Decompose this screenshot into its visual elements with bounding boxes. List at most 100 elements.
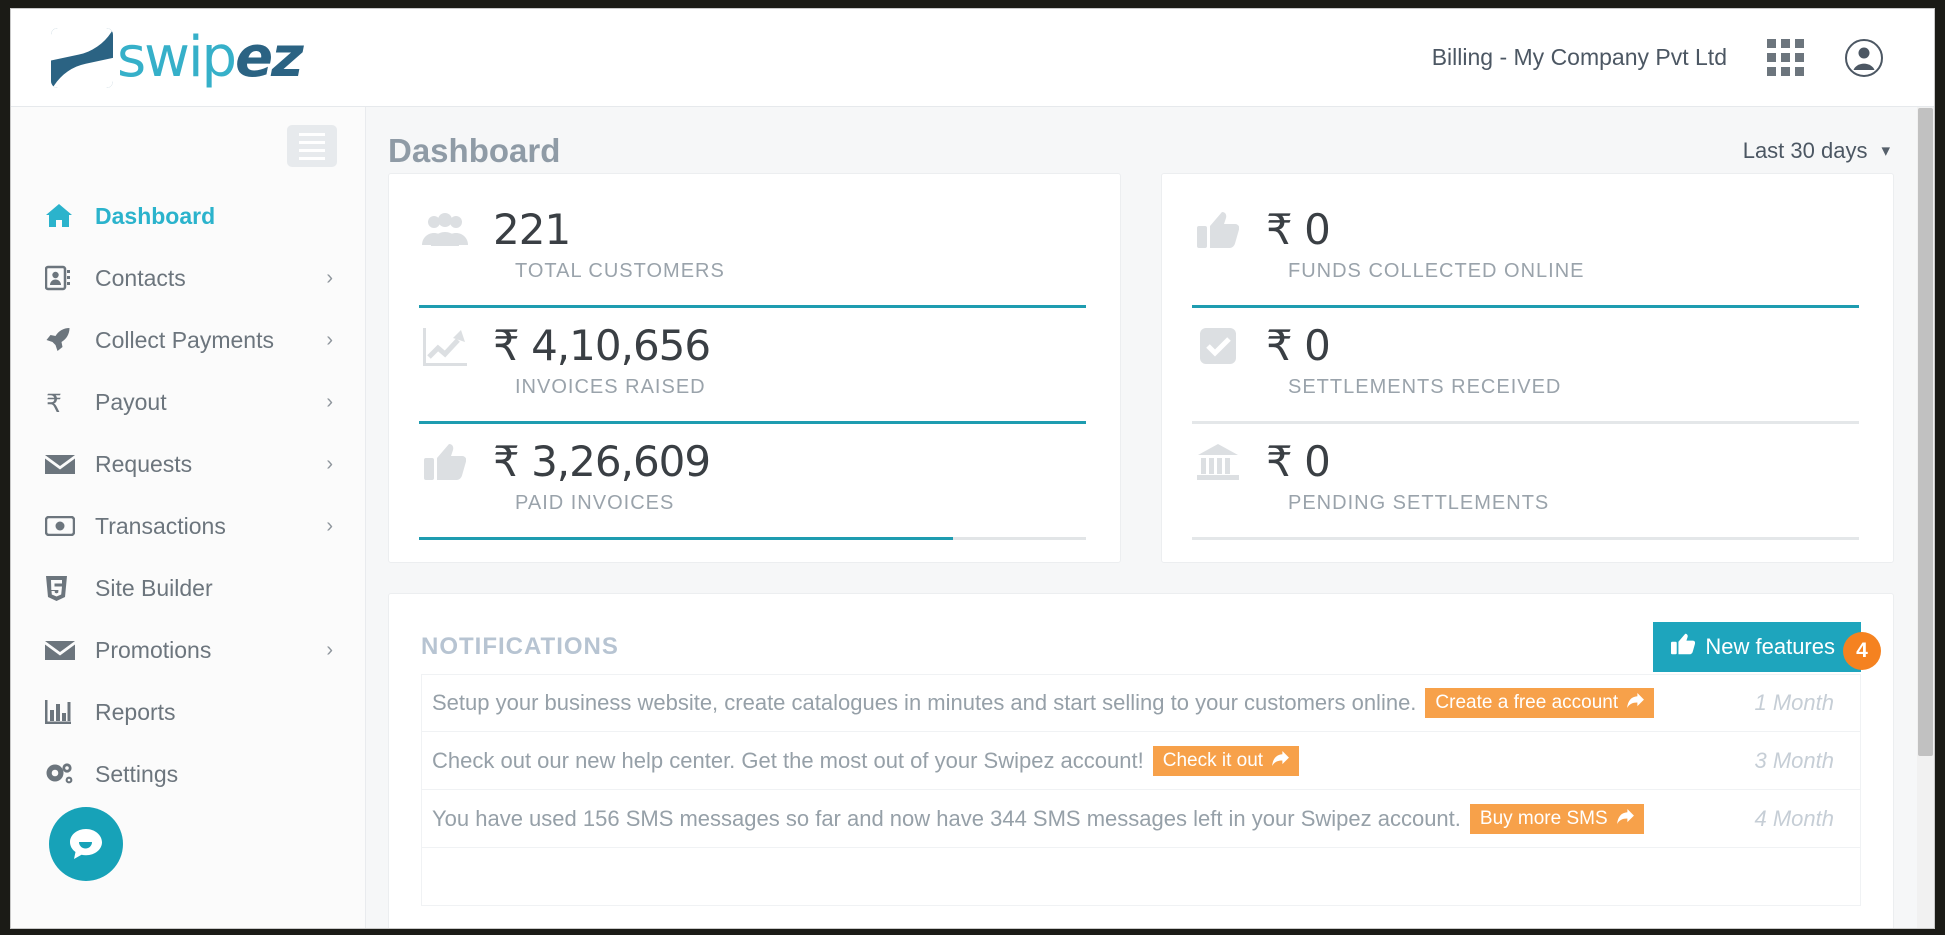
- apps-grid-icon[interactable]: [1767, 39, 1804, 76]
- notification-time: 3 Month: [1754, 747, 1835, 773]
- stat-paid-invoices: ₹ 3,26,609 PAID INVOICES: [419, 424, 1086, 541]
- sidebar-item-label: Contacts: [95, 264, 186, 291]
- stat-value: 221: [493, 205, 571, 254]
- sidebar-item-transactions[interactable]: Transactions ›: [11, 495, 365, 557]
- company-name-label: Billing - My Company Pvt Ltd: [1431, 44, 1727, 70]
- sidebar-item-reports[interactable]: Reports: [11, 681, 365, 743]
- app-window: swipez Billing - My Company Pvt Ltd Dash…: [10, 8, 1935, 929]
- sidebar-item-label: Reports: [95, 698, 176, 725]
- home-icon: [45, 203, 81, 229]
- notification-text: You have used 156 SMS messages so far an…: [432, 805, 1461, 831]
- notification-cta-label: Check it out: [1162, 749, 1264, 771]
- logo-text-main: swip: [117, 24, 237, 90]
- thumbs-up-icon: [1192, 211, 1244, 249]
- notification-row[interactable]: You have used 156 SMS messages so far an…: [421, 790, 1861, 849]
- swipez-logo[interactable]: swipez: [51, 24, 304, 90]
- stat-total-customers: 221 TOTAL CUSTOMERS: [419, 192, 1086, 309]
- sidebar-item-payout[interactable]: ₹ Payout ›: [11, 371, 365, 433]
- notification-cta-button[interactable]: Check it out: [1152, 745, 1300, 776]
- sidebar-item-promotions[interactable]: Promotions ›: [11, 619, 365, 681]
- date-range-filter[interactable]: Last 30 days ▾: [1743, 138, 1890, 164]
- top-header-bar: swipez Billing - My Company Pvt Ltd: [11, 9, 1934, 107]
- notification-cta-button[interactable]: Create a free account: [1425, 688, 1655, 719]
- stat-invoices-raised: ₹ 4,10,656 INVOICES RAISED: [419, 308, 1086, 425]
- chevron-right-icon: ›: [326, 515, 333, 537]
- stat-settlements-received: ₹ 0 SETTLEMENTS RECEIVED: [1192, 308, 1859, 425]
- chevron-right-icon: ›: [326, 329, 333, 351]
- notification-row-partial[interactable]: [421, 848, 1861, 907]
- new-features-label: New features: [1705, 634, 1835, 660]
- chevron-right-icon: ›: [326, 391, 333, 413]
- sidebar-item-settings[interactable]: Settings: [11, 743, 365, 805]
- notification-cta-label: Create a free account: [1435, 692, 1619, 714]
- line-chart-icon: [419, 326, 471, 367]
- svg-text:₹: ₹: [46, 389, 62, 416]
- share-arrow-icon: [1272, 750, 1289, 772]
- stat-value: ₹ 0: [1266, 321, 1331, 371]
- notification-row[interactable]: Setup your business website, create cata…: [421, 674, 1861, 733]
- date-range-label: Last 30 days: [1742, 138, 1868, 163]
- stat-progress-bar: [419, 305, 1086, 309]
- stat-progress-bar: [419, 421, 1086, 425]
- bank-icon: [1192, 443, 1244, 481]
- sidebar-item-collect-payments[interactable]: Collect Payments ›: [11, 309, 365, 371]
- stat-label: INVOICES RAISED: [515, 376, 706, 399]
- notification-cta-button[interactable]: Buy more SMS: [1469, 803, 1644, 834]
- notification-time: 4 Month: [1754, 805, 1835, 831]
- chevron-right-icon: ›: [326, 639, 333, 661]
- chat-bubble-icon[interactable]: [49, 807, 123, 881]
- sidebar-item-site-builder[interactable]: Site Builder: [11, 557, 365, 619]
- new-features-count-badge: 4: [1843, 632, 1881, 671]
- sidebar-item-label: Payout: [95, 388, 167, 415]
- stat-progress-bar: [1192, 305, 1859, 309]
- gears-icon: [45, 761, 81, 787]
- stat-value: ₹ 4,10,656: [493, 321, 711, 371]
- bar-chart-icon: [45, 700, 81, 724]
- notification-text: Setup your business website, create cata…: [432, 690, 1417, 716]
- sidebar-item-label: Collect Payments: [95, 326, 274, 353]
- stat-value: ₹ 3,26,609: [493, 437, 711, 487]
- sidebar-item-dashboard[interactable]: Dashboard: [11, 185, 365, 247]
- sidebar-item-label: Settings: [95, 760, 179, 787]
- notifications-title: NOTIFICATIONS: [421, 633, 619, 661]
- logo-text-accent: ez: [235, 24, 304, 90]
- stat-funds-collected-online: ₹ 0 FUNDS COLLECTED ONLINE: [1192, 192, 1859, 309]
- sidebar-item-label: Site Builder: [95, 574, 213, 601]
- check-square-icon: [1192, 327, 1244, 365]
- hamburger-menu-icon[interactable]: [287, 125, 337, 167]
- stats-cards-row: 221 TOTAL CUSTOMERS ₹ 4,10,656 INVOICES …: [366, 173, 1934, 564]
- share-arrow-icon: [1627, 692, 1645, 714]
- page-title: Dashboard: [388, 132, 561, 169]
- banknote-icon: [45, 516, 81, 536]
- notification-row[interactable]: Check out our new help center. Get the m…: [421, 732, 1861, 791]
- left-sidebar: Dashboard Contacts › Collect Payments › …: [11, 107, 366, 928]
- stat-label: SETTLEMENTS RECEIVED: [1288, 376, 1562, 399]
- notification-text: Check out our new help center. Get the m…: [432, 747, 1144, 773]
- notification-time: 1 Month: [1754, 690, 1835, 716]
- users-group-icon: [419, 213, 471, 247]
- scrollbar-thumb[interactable]: [1918, 108, 1933, 756]
- html5-shield-icon: [45, 575, 81, 602]
- user-account-icon[interactable]: [1844, 38, 1884, 78]
- sidebar-item-requests[interactable]: Requests ›: [11, 433, 365, 495]
- vertical-scrollbar[interactable]: [1917, 107, 1934, 928]
- new-features-button[interactable]: New features 4: [1653, 622, 1881, 673]
- stat-pending-settlements: ₹ 0 PENDING SETTLEMENTS: [1192, 424, 1859, 541]
- sidebar-item-label: Transactions: [95, 512, 226, 539]
- stat-progress-bar: [1192, 421, 1859, 425]
- envelope-icon: [45, 453, 81, 475]
- stat-progress-bar: [1192, 537, 1859, 541]
- sidebar-item-label: Dashboard: [95, 202, 216, 229]
- thumbs-up-icon: [1671, 633, 1696, 661]
- notifications-panel: NOTIFICATIONS New features 4 Setup your …: [388, 593, 1894, 928]
- sidebar-item-contacts[interactable]: Contacts ›: [11, 247, 365, 309]
- sidebar-nav: Dashboard Contacts › Collect Payments › …: [11, 185, 365, 805]
- envelope-icon: [45, 639, 81, 661]
- notifications-header: NOTIFICATIONS New features 4: [421, 620, 1881, 674]
- chevron-right-icon: ›: [326, 453, 333, 475]
- sidebar-item-label: Promotions: [95, 636, 212, 663]
- page-header: Dashboard Last 30 days ▾: [366, 107, 1934, 173]
- stat-value: ₹ 0: [1266, 205, 1331, 254]
- stat-progress-bar: [419, 537, 1086, 541]
- stat-label: PAID INVOICES: [515, 492, 675, 515]
